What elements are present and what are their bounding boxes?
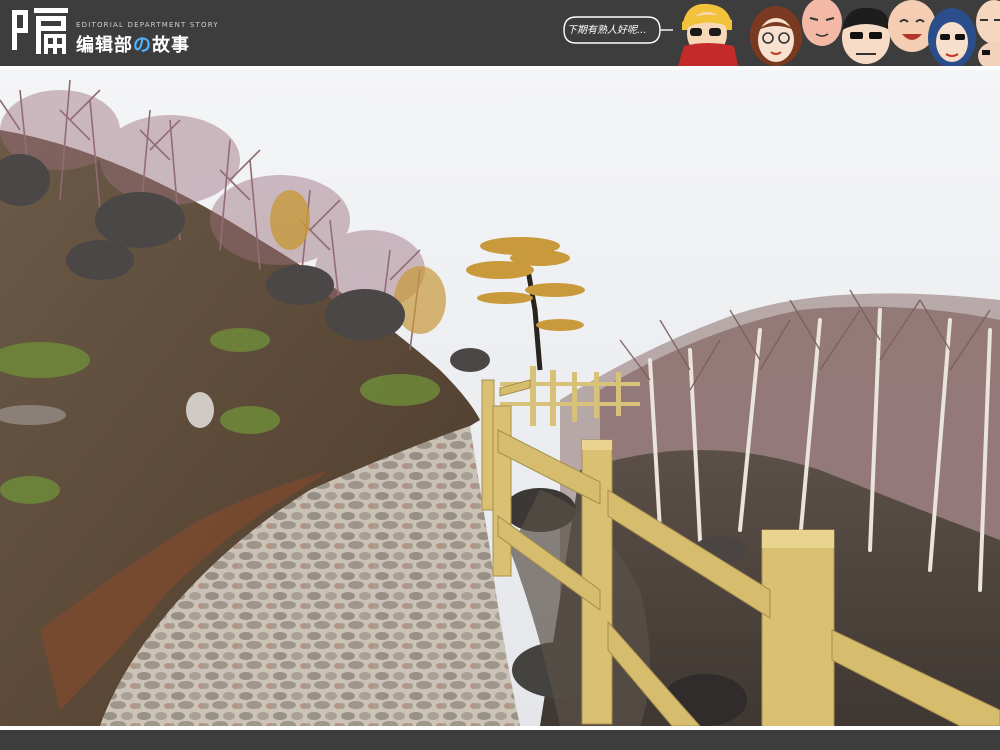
- logo-zh-part2: 故事: [152, 35, 190, 56]
- avatar-face-7: [976, 0, 1000, 66]
- speech-bubble-text: 下期有熟人好呢...: [567, 25, 647, 36]
- logo-english-text: EDITORIAL DEPARTMENT STORY: [76, 21, 219, 29]
- cartoon-face-avatars-icon: [678, 0, 1000, 66]
- photo-illustration: [0, 70, 1000, 726]
- avatar-face-1: [678, 3, 738, 66]
- avatar-face-3: [802, 0, 842, 46]
- bian-character-logo-icon: [12, 8, 68, 54]
- logo-chinese-text: 编辑部の故事: [76, 31, 190, 57]
- avatar-face-4: [842, 7, 890, 64]
- logo-zh-no: の: [133, 35, 152, 56]
- avatar-face-6: [928, 8, 976, 66]
- footer-bar: [0, 730, 1000, 750]
- mountain-path-photo: [0, 70, 1000, 726]
- header-bar: EDITORIAL DEPARTMENT STORY 编辑部の故事 下期有熟人好…: [0, 0, 1000, 66]
- avatar-face-2: [750, 6, 802, 66]
- logo-zh-part1: 编辑部: [76, 35, 133, 56]
